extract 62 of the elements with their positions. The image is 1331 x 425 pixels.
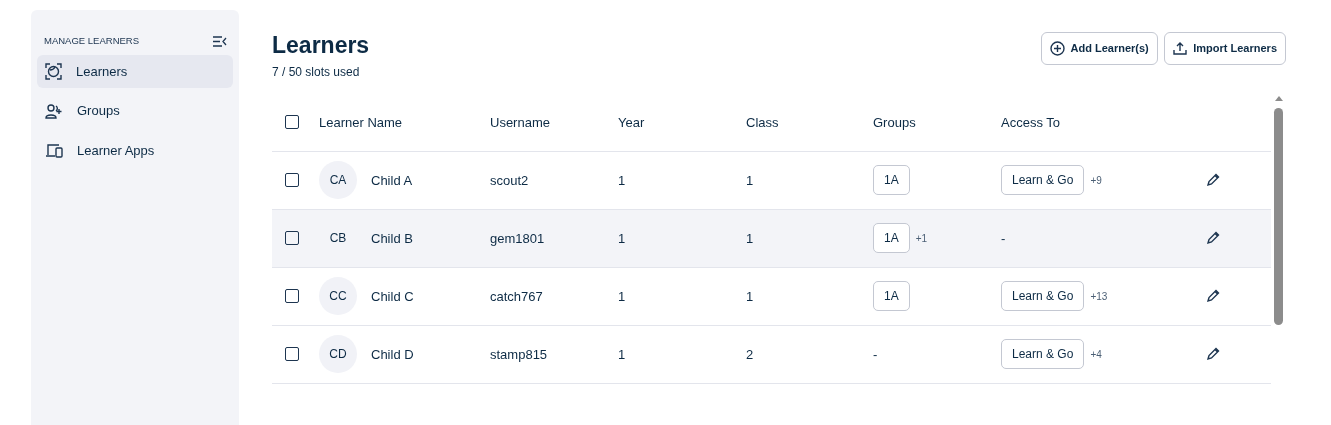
add-user-icon — [45, 103, 63, 119]
username-cell-text: scout2 — [490, 171, 529, 190]
face-icon — [45, 63, 62, 80]
row-checkbox[interactable] — [285, 347, 299, 362]
plus-circle-icon — [1049, 40, 1065, 56]
empty-dash: - — [1001, 229, 1006, 248]
column-header: Learner Name — [319, 113, 403, 132]
avatar-initials: CD — [319, 335, 357, 374]
username-cell-text: stamp815 — [490, 345, 548, 364]
edit-icon[interactable] — [1206, 173, 1220, 188]
row-checkbox[interactable] — [285, 173, 299, 188]
avatar-initials: CA — [319, 161, 357, 200]
column-header: Year — [618, 113, 645, 132]
page-title: Learners — [272, 32, 370, 60]
year-cell-text: 1 — [618, 345, 626, 364]
row-checkbox[interactable] — [285, 231, 299, 246]
column-header: Username — [490, 113, 550, 132]
username-cell-text: catch767 — [490, 287, 543, 306]
more-count: +1 — [915, 231, 928, 246]
add-button[interactable]: Add Learner(s) — [1040, 32, 1158, 65]
app-tag: Learn & Go — [1001, 339, 1085, 370]
sidebar-item[interactable]: Learner Apps — [37, 133, 233, 168]
class-cell-text: 2 — [746, 345, 754, 364]
year-cell-text: 1 — [618, 287, 626, 306]
upload-icon — [1173, 41, 1188, 56]
class-cell-text: 1 — [746, 287, 754, 306]
app-tag: Learn & Go — [1001, 281, 1085, 312]
import-button[interactable]: Import Learners — [1164, 32, 1286, 65]
edit-icon[interactable] — [1206, 347, 1220, 362]
learner-name[interactable]: Child B — [371, 228, 413, 249]
column-header: Groups — [873, 113, 916, 132]
more-count: +9 — [1090, 173, 1102, 188]
sidebar-item[interactable]: Groups — [37, 94, 233, 128]
learner-name[interactable]: Child D — [371, 344, 414, 365]
scrollbar-thumb[interactable] — [1274, 107, 1283, 325]
slots-used-text: 7 / 50 slots used — [272, 63, 361, 81]
column-header: Access To — [1001, 113, 1060, 132]
more-count: +4 — [1090, 347, 1102, 362]
learner-name[interactable]: Child A — [371, 170, 413, 191]
learner-name[interactable]: Child C — [371, 286, 414, 307]
group-tag: 1A — [873, 165, 910, 196]
class-cell-text: 1 — [746, 171, 754, 190]
year-cell-text: 1 — [618, 171, 626, 190]
avatar-initials: CC — [319, 277, 357, 316]
sidebar-item[interactable]: Learners — [37, 54, 233, 89]
column-header: Class — [746, 113, 779, 132]
sidebar-heading: MANAGE LEARNERS — [43, 34, 140, 48]
group-tag: 1A — [873, 223, 910, 254]
username-cell-text: gem1801 — [490, 229, 545, 248]
collapse-menu-icon[interactable] — [211, 35, 227, 47]
edit-icon[interactable] — [1206, 289, 1220, 304]
class-cell-text: 1 — [746, 229, 754, 248]
group-tag: 1A — [873, 281, 910, 312]
year-cell-text: 1 — [618, 229, 626, 248]
devices-icon — [45, 143, 63, 158]
avatar-initials: CB — [328, 230, 348, 248]
select-all-checkbox[interactable] — [285, 115, 299, 130]
empty-dash: - — [873, 345, 878, 364]
app-tag: Learn & Go — [1001, 165, 1085, 196]
edit-icon[interactable] — [1206, 231, 1220, 246]
more-count: +13 — [1090, 289, 1108, 304]
row-checkbox[interactable] — [285, 289, 299, 304]
